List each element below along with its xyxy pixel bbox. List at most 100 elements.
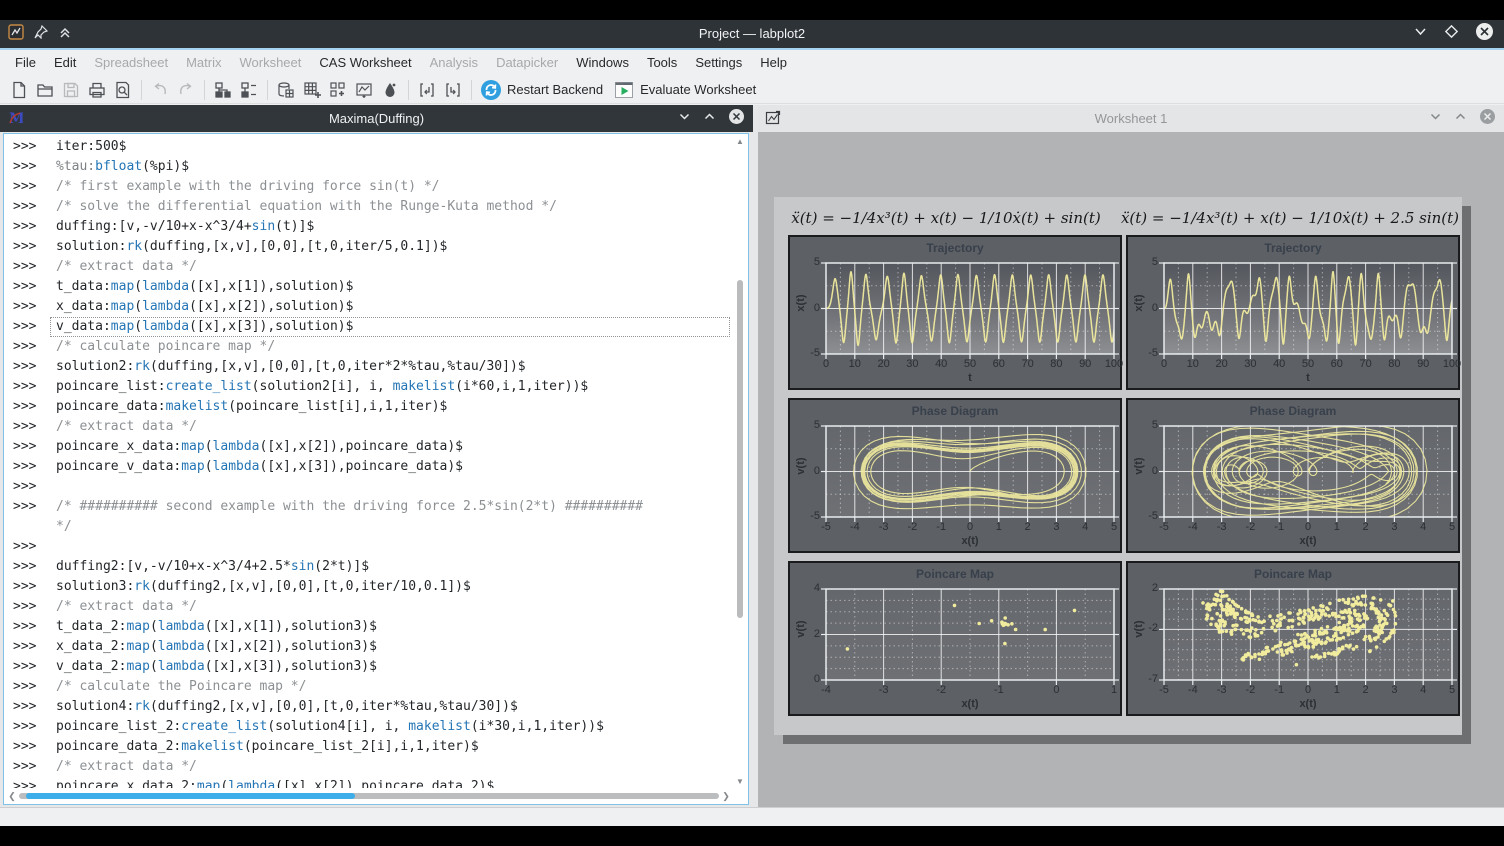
add-worksheet-button[interactable] [325,77,351,103]
code-line[interactable]: >>>/* calculate the Poincare map */ [4,677,732,697]
plot-trajectory-left[interactable]: Trajectory010203040506070809010050-5tx(t… [788,235,1122,390]
plot-poincare-map-left[interactable]: Poincare Map-4-3-2-101420x(t)v(t) [788,561,1122,716]
code-line[interactable]: >>>iter:500$ [4,137,732,157]
code-line[interactable]: >>>poincare_v_data:map(lambda([x],x[3]),… [4,457,732,477]
worksheet-canvas[interactable]: ẍ(t) = −1/4x³(t) + x(t) − 1/10ẋ(t) + sin… [758,132,1504,808]
plot-title: Trajectory [1128,241,1458,255]
plot-phase-diagram-right[interactable]: Phase Diagram-5-4-3-2-101234550-5x(t)v(t… [1126,398,1460,553]
save-icon [61,80,81,100]
plot-phase-diagram-left[interactable]: Phase Diagram-5-4-3-2-101234550-5x(t)v(t… [788,398,1122,553]
scroll-up-icon[interactable]: ▲ [734,137,746,147]
worksheet-page: ẍ(t) = −1/4x³(t) + x(t) − 1/10ẋ(t) + sin… [774,197,1462,735]
code-line[interactable]: >>> [4,477,732,497]
code-line[interactable]: >>>v_data:map(lambda([x],x[3]),solution)… [4,317,732,337]
code-line[interactable]: >>>solution3:rk(duffing2,[x,v],[0,0],[t,… [4,577,732,597]
add-matrix-button[interactable] [299,77,325,103]
menu-item-settings[interactable]: Settings [686,50,751,76]
code-line[interactable]: >>>x_data:map(lambda([x],x[2]),solution)… [4,297,732,317]
add-note-icon [380,80,400,100]
code-line[interactable]: >>>%tau:bfloat(%pi)$ [4,157,732,177]
insert-command-entry-button[interactable] [414,77,440,103]
restart-backend-button[interactable]: Restart Backend [477,77,610,103]
vertical-scroll-thumb[interactable] [737,280,743,618]
code-line[interactable]: >>>t_data:map(lambda([x],x[1]),solution)… [4,277,732,297]
code-text: duffing2:[v,-v/10+x-x^3/4+2.5*sin(2*t)]$ [56,559,369,574]
prompt: >>> [13,317,47,337]
plot-trajectory-right[interactable]: Trajectory010203040506070809010050-5tx(t… [1126,235,1460,390]
maxima-minimize-icon[interactable] [678,110,691,128]
insert-text-entry-button[interactable] [440,77,466,103]
worksheet-window-titlebar[interactable]: Worksheet 1 [758,105,1504,132]
code-line[interactable]: >>>poincare_x_data:map(lambda([x],x[2]),… [4,437,732,457]
code-text: iter:500$ [56,139,126,154]
add-notebook-icon [239,80,259,100]
maxima-close-icon[interactable] [728,108,745,130]
code-line[interactable]: >>>solution4:rk(duffing2,[x,v],[0,0],[t,… [4,697,732,717]
code-line[interactable]: >>>poincare_list:create_list(solution2[i… [4,377,732,397]
code-line[interactable]: >>>/* extract data */ [4,757,732,777]
print-preview-button[interactable] [110,77,136,103]
horizontal-scroll-thumb[interactable] [26,793,355,799]
plot-title: Trajectory [790,241,1120,255]
scroll-left-icon[interactable]: ❮ [7,790,17,802]
maximize-button[interactable] [1444,24,1459,44]
code-horizontal-scrollbar[interactable]: ❮ ❯ [7,790,731,802]
code-line[interactable]: >>>poincare_list_2:create_list(solution4… [4,717,732,737]
maxima-window-titlebar[interactable]: M Maxima(Duffing) [0,105,753,132]
minimize-button[interactable] [1413,24,1428,44]
y-tick-label: -5 [792,510,820,522]
add-notebook-button[interactable] [236,77,262,103]
code-line[interactable]: >>>/* solve the differential equation wi… [4,197,732,217]
add-note-button[interactable] [377,77,403,103]
y-tick-label: 5 [792,256,820,268]
add-workbook-button[interactable] [210,77,236,103]
evaluate-worksheet-button[interactable]: Evaluate Worksheet [610,77,763,103]
x-tick-label: 100 [1434,358,1470,370]
plot-poincare-map-right[interactable]: Poincare Map-5-4-3-2-10123452-2-7x(t)v(t… [1126,561,1460,716]
maxima-maximize-icon[interactable] [703,110,716,128]
code-line[interactable]: >>>poincare_x_data_2:map(lambda([x],x[2]… [4,777,732,788]
code-line[interactable]: >>>/* ########## second example with the… [4,497,732,517]
menu-item-tools[interactable]: Tools [638,50,686,76]
add-spreadsheet-button[interactable] [273,77,299,103]
scroll-right-icon[interactable]: ❯ [721,790,731,802]
maxima-code-area[interactable]: >>>iter:500$>>>%tau:bfloat(%pi)$>>>/* fi… [3,133,749,805]
code-line[interactable]: >>>/* first example with the driving for… [4,177,732,197]
menu-item-windows[interactable]: Windows [567,50,638,76]
add-datapicker-button[interactable] [351,77,377,103]
formula-label-2: ẍ(t) = −1/4x³(t) + x(t) − 1/10ẋ(t) + 2.5… [1118,209,1462,227]
scroll-down-icon[interactable]: ▼ [734,777,746,787]
worksheet-minimize-icon[interactable] [1429,110,1442,128]
menu-item-cas-worksheet[interactable]: CAS Worksheet [310,50,420,76]
code-line[interactable]: >>>x_data_2:map(lambda([x],x[2]),solutio… [4,637,732,657]
code-line[interactable]: >>>/* extract data */ [4,597,732,617]
code-line[interactable]: >>>t_data_2:map(lambda([x],x[1]),solutio… [4,617,732,637]
code-line[interactable]: >>>solution2:rk(duffing,[x,v],[0,0],[t,0… [4,357,732,377]
code-line[interactable]: >>>poincare_data_2:makelist(poincare_lis… [4,737,732,757]
open-folder-button[interactable] [32,77,58,103]
code-line[interactable]: >>>duffing2:[v,-v/10+x-x^3/4+2.5*sin(2*t… [4,557,732,577]
worksheet-close-icon[interactable] [1479,108,1496,130]
code-line[interactable]: >>>/* calculate poincare map */ [4,337,732,357]
x-axis-label: t [826,372,1114,384]
menu-item-file[interactable]: File [6,50,45,76]
code-line[interactable]: */ [4,517,732,537]
worksheet-window-title: Worksheet 1 [758,105,1504,132]
menu-item-analysis: Analysis [421,50,487,76]
horizontal-scroll-track[interactable] [19,793,719,799]
code-line[interactable]: >>> [4,537,732,557]
code-vertical-scrollbar[interactable]: ▲ ▼ [734,137,746,787]
code-line[interactable]: >>>solution:rk(duffing,[x,v],[0,0],[t,0,… [4,237,732,257]
prompt: >>> [13,217,47,237]
code-line[interactable]: >>>/* extract data */ [4,257,732,277]
menu-item-edit[interactable]: Edit [45,50,85,76]
print-button[interactable] [84,77,110,103]
code-line[interactable]: >>>/* extract data */ [4,417,732,437]
close-button[interactable] [1475,22,1494,46]
code-line[interactable]: >>>v_data_2:map(lambda([x],x[3]),solutio… [4,657,732,677]
worksheet-maximize-icon[interactable] [1454,110,1467,128]
code-line[interactable]: >>>duffing:[v,-v/10+x-x^3/4+sin(t)]$ [4,217,732,237]
menu-item-help[interactable]: Help [751,50,796,76]
new-document-button[interactable] [6,77,32,103]
code-line[interactable]: >>>poincare_data:makelist(poincare_list[… [4,397,732,417]
